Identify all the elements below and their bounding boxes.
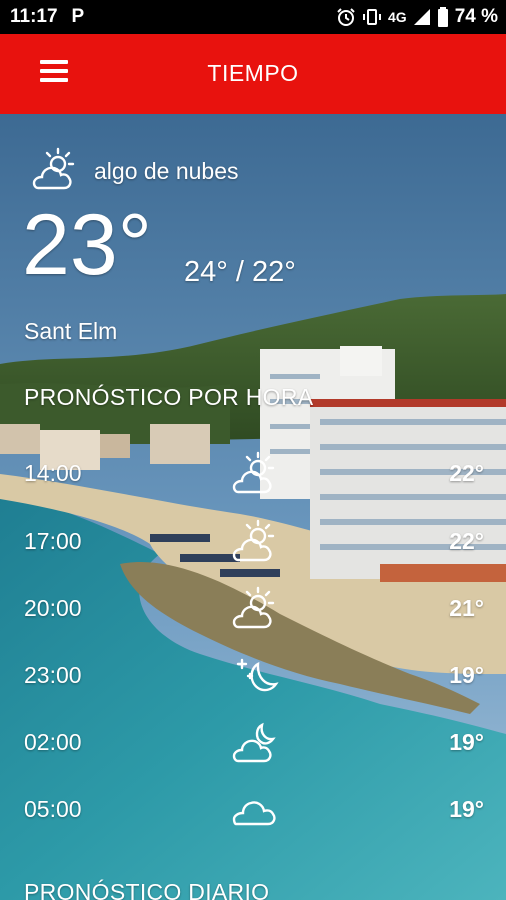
battery-percent: 74 %: [454, 6, 498, 27]
hourly-row: 14:00 22°: [0, 450, 506, 500]
location-name: Sant Elm: [24, 318, 118, 344]
weather-screen: 11:17 P 4G 74 % TIEMPO algo de nubes 23°…: [0, 0, 506, 900]
hour-temperature: 19°: [449, 662, 484, 688]
hour-time: 02:00: [24, 729, 82, 755]
vibrate-icon: [363, 9, 381, 25]
partly-cloudy-day-icon: [232, 451, 275, 494]
partly-cloudy-day-icon: [232, 519, 275, 562]
hour-time: 17:00: [24, 528, 82, 554]
signal-icon: [413, 9, 430, 25]
status-bar: 11:17 P 4G 74 %: [0, 0, 506, 34]
partly-cloudy-day-icon: [232, 586, 275, 629]
page-title: TIEMPO: [207, 60, 299, 86]
hour-temperature: 22°: [449, 528, 484, 554]
condition-text: algo de nubes: [94, 158, 239, 184]
partly-cloudy-night-icon: [232, 722, 276, 763]
app-bar: TIEMPO: [0, 34, 506, 114]
battery-icon: [437, 7, 448, 27]
hour-temperature: 19°: [449, 729, 484, 755]
hour-temperature: 21°: [449, 595, 484, 621]
weather-content: algo de nubes 23° 24° / 22° Sant Elm PRO…: [0, 114, 506, 900]
alarm-icon: [337, 8, 355, 26]
parking-app-icon: P: [71, 6, 85, 27]
hour-temperature: 22°: [449, 460, 484, 486]
partly-cloudy-icon: [32, 147, 75, 190]
hourly-row: 20:00 21°: [0, 585, 506, 635]
hour-time: 20:00: [24, 595, 82, 621]
network-type: 4G: [388, 9, 407, 25]
hour-temperature: 19°: [449, 796, 484, 822]
hourly-row: 05:00 19°: [0, 786, 506, 836]
hour-time: 14:00: [24, 460, 82, 486]
clear-night-icon: [236, 658, 279, 692]
hourly-row: 17:00 22°: [0, 518, 506, 568]
hourly-row: 02:00 19°: [0, 719, 506, 769]
hour-time: 23:00: [24, 662, 82, 688]
cloud-icon: [232, 801, 276, 826]
min-max-temperature: 24° / 22°: [184, 256, 296, 288]
status-time: 11:17: [10, 6, 58, 27]
hourly-row: 23:00 19°: [0, 652, 506, 702]
current-temperature: 23°: [22, 197, 153, 293]
hourly-forecast-title: PRONÓSTICO POR HORA: [24, 384, 314, 410]
daily-forecast-title: PRONÓSTICO DIARIO: [24, 879, 270, 900]
hour-time: 05:00: [24, 796, 82, 822]
